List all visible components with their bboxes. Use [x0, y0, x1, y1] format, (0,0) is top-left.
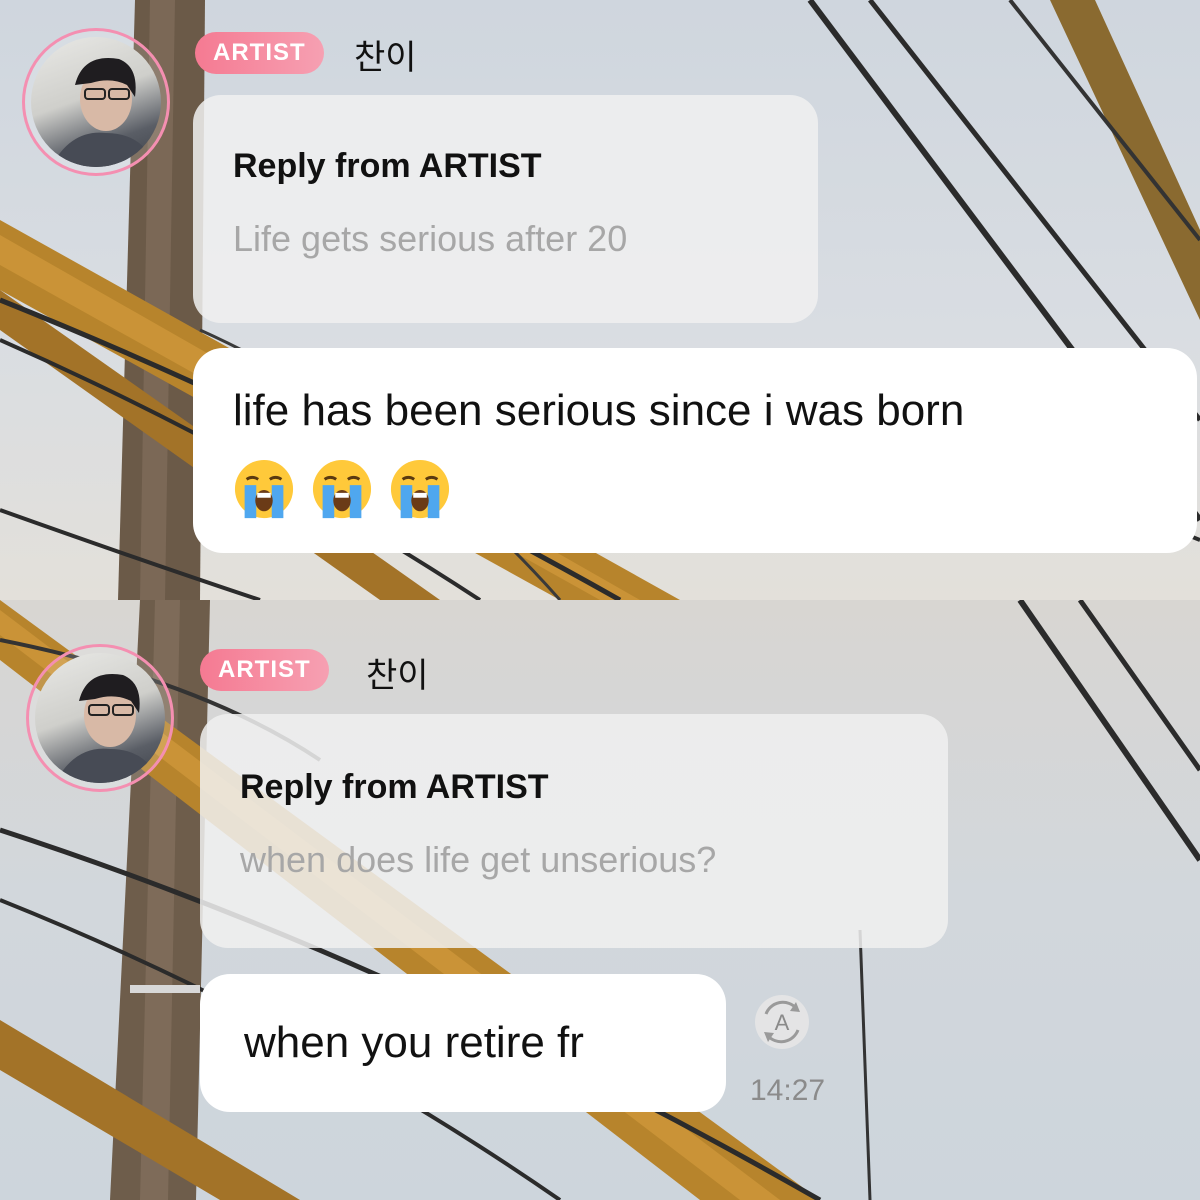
reply-card[interactable]: Reply from ARTIST Life gets serious afte… [193, 95, 818, 323]
reply-title: Reply from ARTIST [240, 768, 549, 806]
reply-card[interactable]: Reply from ARTIST when does life get uns… [200, 714, 948, 948]
reply-quote: when does life get unserious? [240, 839, 717, 880]
message-text: life has been serious since i was born [233, 386, 965, 435]
artist-badge: ARTIST [200, 649, 329, 691]
crying-face-icon [312, 459, 372, 519]
auto-translate-icon[interactable]: A [752, 992, 812, 1052]
message-timestamp: 14:27 [750, 1074, 826, 1107]
artist-badge: ARTIST [195, 32, 324, 74]
reply-title: Reply from ARTIST [233, 147, 542, 185]
reply-quote: Life gets serious after 20 [233, 218, 628, 259]
artist-name[interactable]: 찬이 [354, 30, 417, 79]
crying-face-icon [234, 459, 294, 519]
emoji-row [233, 458, 1157, 520]
svg-text:A: A [775, 1010, 790, 1035]
chat-panel-top: ARTIST 찬이 Reply from ARTIST Life gets se… [0, 0, 1200, 600]
chat-panel-bottom: ARTIST 찬이 Reply from ARTIST when does li… [0, 600, 1200, 1200]
message-text: when you retire fr [244, 1018, 584, 1067]
crying-face-icon [390, 459, 450, 519]
artist-name[interactable]: 찬이 [366, 648, 429, 697]
message-bubble[interactable]: when you retire fr [200, 974, 726, 1112]
message-bubble[interactable]: life has been serious since i was born [193, 348, 1197, 553]
artist-avatar[interactable] [22, 28, 170, 176]
artist-avatar[interactable] [26, 644, 174, 792]
